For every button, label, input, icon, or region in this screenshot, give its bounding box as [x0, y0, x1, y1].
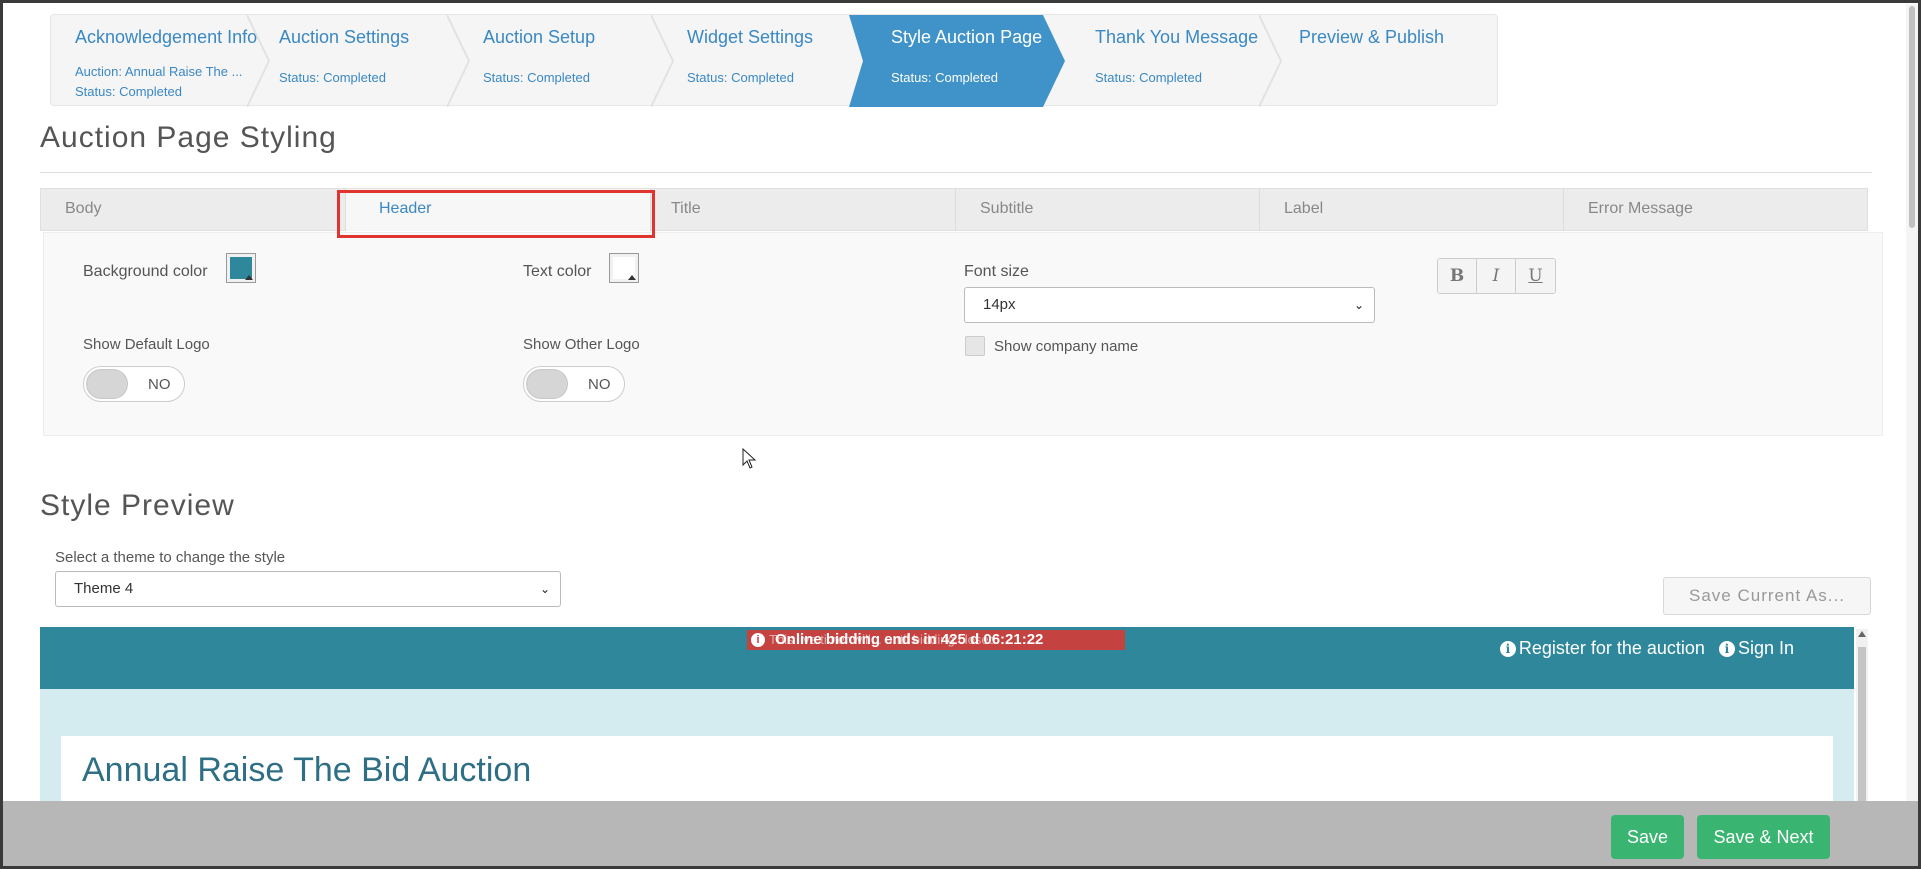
wizard-step-auction-settings[interactable]: Auction Settings Status: Completed [255, 15, 471, 107]
step-title: Preview & Publish [1299, 27, 1445, 47]
tab-title[interactable]: Title [651, 189, 956, 231]
style-preview-frame: i This live timer will... until bidding … [40, 627, 1854, 802]
tab-header[interactable]: Header [346, 189, 651, 231]
font-size-select[interactable]: 14px ⌄ [964, 287, 1375, 323]
scrollbar-thumb[interactable] [1858, 647, 1866, 801]
style-tabs: Body Header Title Subtitle Label Error M… [40, 188, 1868, 231]
wizard-step-preview-publish[interactable]: Preview & Publish [1275, 15, 1485, 107]
step-status: Status: Completed [1095, 70, 1202, 85]
scrollbar-thumb[interactable] [1909, 6, 1915, 228]
auction-title: Annual Raise The Bid Auction [82, 751, 532, 789]
page-scrollbar[interactable] [1906, 4, 1918, 801]
caret-icon [245, 275, 253, 280]
countdown-banner: i This live timer will... until bidding … [747, 630, 1125, 650]
show-other-logo-label: Show Other Logo [523, 336, 640, 353]
save-next-button[interactable]: Save & Next [1697, 815, 1830, 859]
wizard-step-style-auction-page[interactable]: Style Auction Page Status: Completed [867, 15, 1057, 107]
countdown-text: Online bidding ends in 425 d 06:21:22 [775, 631, 1044, 648]
chevron-down-icon: ⌄ [1353, 298, 1364, 312]
text-format-buttons: B I U [1437, 258, 1556, 294]
info-icon: i [751, 633, 765, 647]
step-title: Auction Setup [483, 27, 596, 47]
scroll-up-icon[interactable] [1858, 631, 1866, 637]
background-color-label: Background color [83, 263, 208, 280]
show-company-name-label: Show company name [994, 338, 1139, 355]
style-preview-heading: Style Preview [40, 489, 235, 522]
register-link[interactable]: i Register for the auction [1499, 638, 1705, 659]
save-current-as-button[interactable]: Save Current As... [1663, 577, 1871, 615]
chevron-down-icon: ⌄ [539, 582, 550, 596]
save-button[interactable]: Save [1611, 815, 1684, 859]
step-title: Acknowledgement Info [75, 27, 258, 47]
bold-button[interactable]: B [1438, 259, 1477, 293]
sign-in-link[interactable]: i Sign In [1718, 638, 1794, 659]
preview-title-card: Annual Raise The Bid Auction [61, 736, 1833, 802]
caret-icon [628, 275, 636, 280]
tab-label[interactable]: Label [1260, 189, 1564, 231]
info-icon: i [1718, 640, 1735, 657]
tab-error-message[interactable]: Error Message [1564, 189, 1867, 231]
text-color-label: Text color [523, 263, 592, 280]
divider [40, 172, 1872, 173]
step-status: Status: Completed [891, 70, 998, 85]
step-status: Status: Completed [279, 70, 386, 85]
text-color-picker[interactable] [609, 253, 639, 283]
toggle-knob [526, 369, 568, 399]
preview-body: Annual Raise The Bid Auction [40, 689, 1854, 802]
background-color-picker[interactable] [226, 253, 256, 283]
show-company-name-checkbox[interactable] [965, 336, 985, 356]
header-settings-panel [43, 232, 1883, 436]
wizard-step-thank-you-message[interactable]: Thank You Message Status: Completed [1071, 15, 1283, 107]
toggle-state: NO [148, 376, 171, 393]
theme-value: Theme 4 [74, 580, 134, 597]
chevron-separator-icon [247, 15, 271, 107]
tab-body[interactable]: Body [41, 189, 346, 231]
underline-button[interactable]: U [1516, 259, 1555, 293]
step-status: Status: Completed [483, 70, 590, 85]
register-link-label: Register for the auction [1518, 638, 1705, 658]
sign-in-link-label: Sign In [1737, 638, 1794, 658]
chevron-separator-icon [447, 15, 471, 107]
step-status: Status: Completed [75, 84, 182, 99]
theme-select-label: Select a theme to change the style [55, 549, 286, 566]
step-status: Status: Completed [687, 70, 794, 85]
toggle-knob [86, 369, 128, 399]
chevron-separator-icon [1259, 15, 1283, 107]
font-size-label: Font size [964, 263, 1029, 280]
wizard-step-widget-settings[interactable]: Widget Settings Status: Completed [663, 15, 863, 107]
preview-header: i This live timer will... until bidding … [40, 627, 1854, 689]
info-icon: i [1499, 640, 1516, 657]
step-title: Thank You Message [1095, 27, 1259, 47]
mouse-cursor-icon [742, 448, 757, 469]
step-title: Widget Settings [687, 27, 814, 47]
page-title: Auction Page Styling [40, 121, 337, 154]
show-default-logo-label: Show Default Logo [83, 336, 210, 353]
wizard-step-acknowledgement-info[interactable]: Acknowledgement Info Auction: Annual Rai… [51, 15, 271, 107]
wizard-step-auction-setup[interactable]: Auction Setup Status: Completed [459, 15, 675, 107]
step-title: Style Auction Page [891, 27, 1043, 47]
step-title: Auction Settings [279, 27, 410, 47]
theme-select[interactable]: Theme 4 ⌄ [55, 571, 561, 607]
show-other-logo-toggle[interactable]: NO [523, 366, 625, 402]
font-size-value: 14px [983, 296, 1016, 313]
preview-scrollbar[interactable] [1856, 629, 1868, 801]
toggle-state: NO [588, 376, 611, 393]
chevron-separator-icon [651, 15, 675, 107]
show-default-logo-toggle[interactable]: NO [83, 366, 185, 402]
preview-header-links: i Register for the auction i Sign In [1499, 638, 1794, 659]
italic-button[interactable]: I [1477, 259, 1516, 293]
tab-subtitle[interactable]: Subtitle [956, 189, 1260, 231]
wizard-steps: Acknowledgement Info Auction: Annual Rai… [50, 14, 1498, 107]
step-detail: Auction: Annual Raise The ... [75, 64, 243, 79]
